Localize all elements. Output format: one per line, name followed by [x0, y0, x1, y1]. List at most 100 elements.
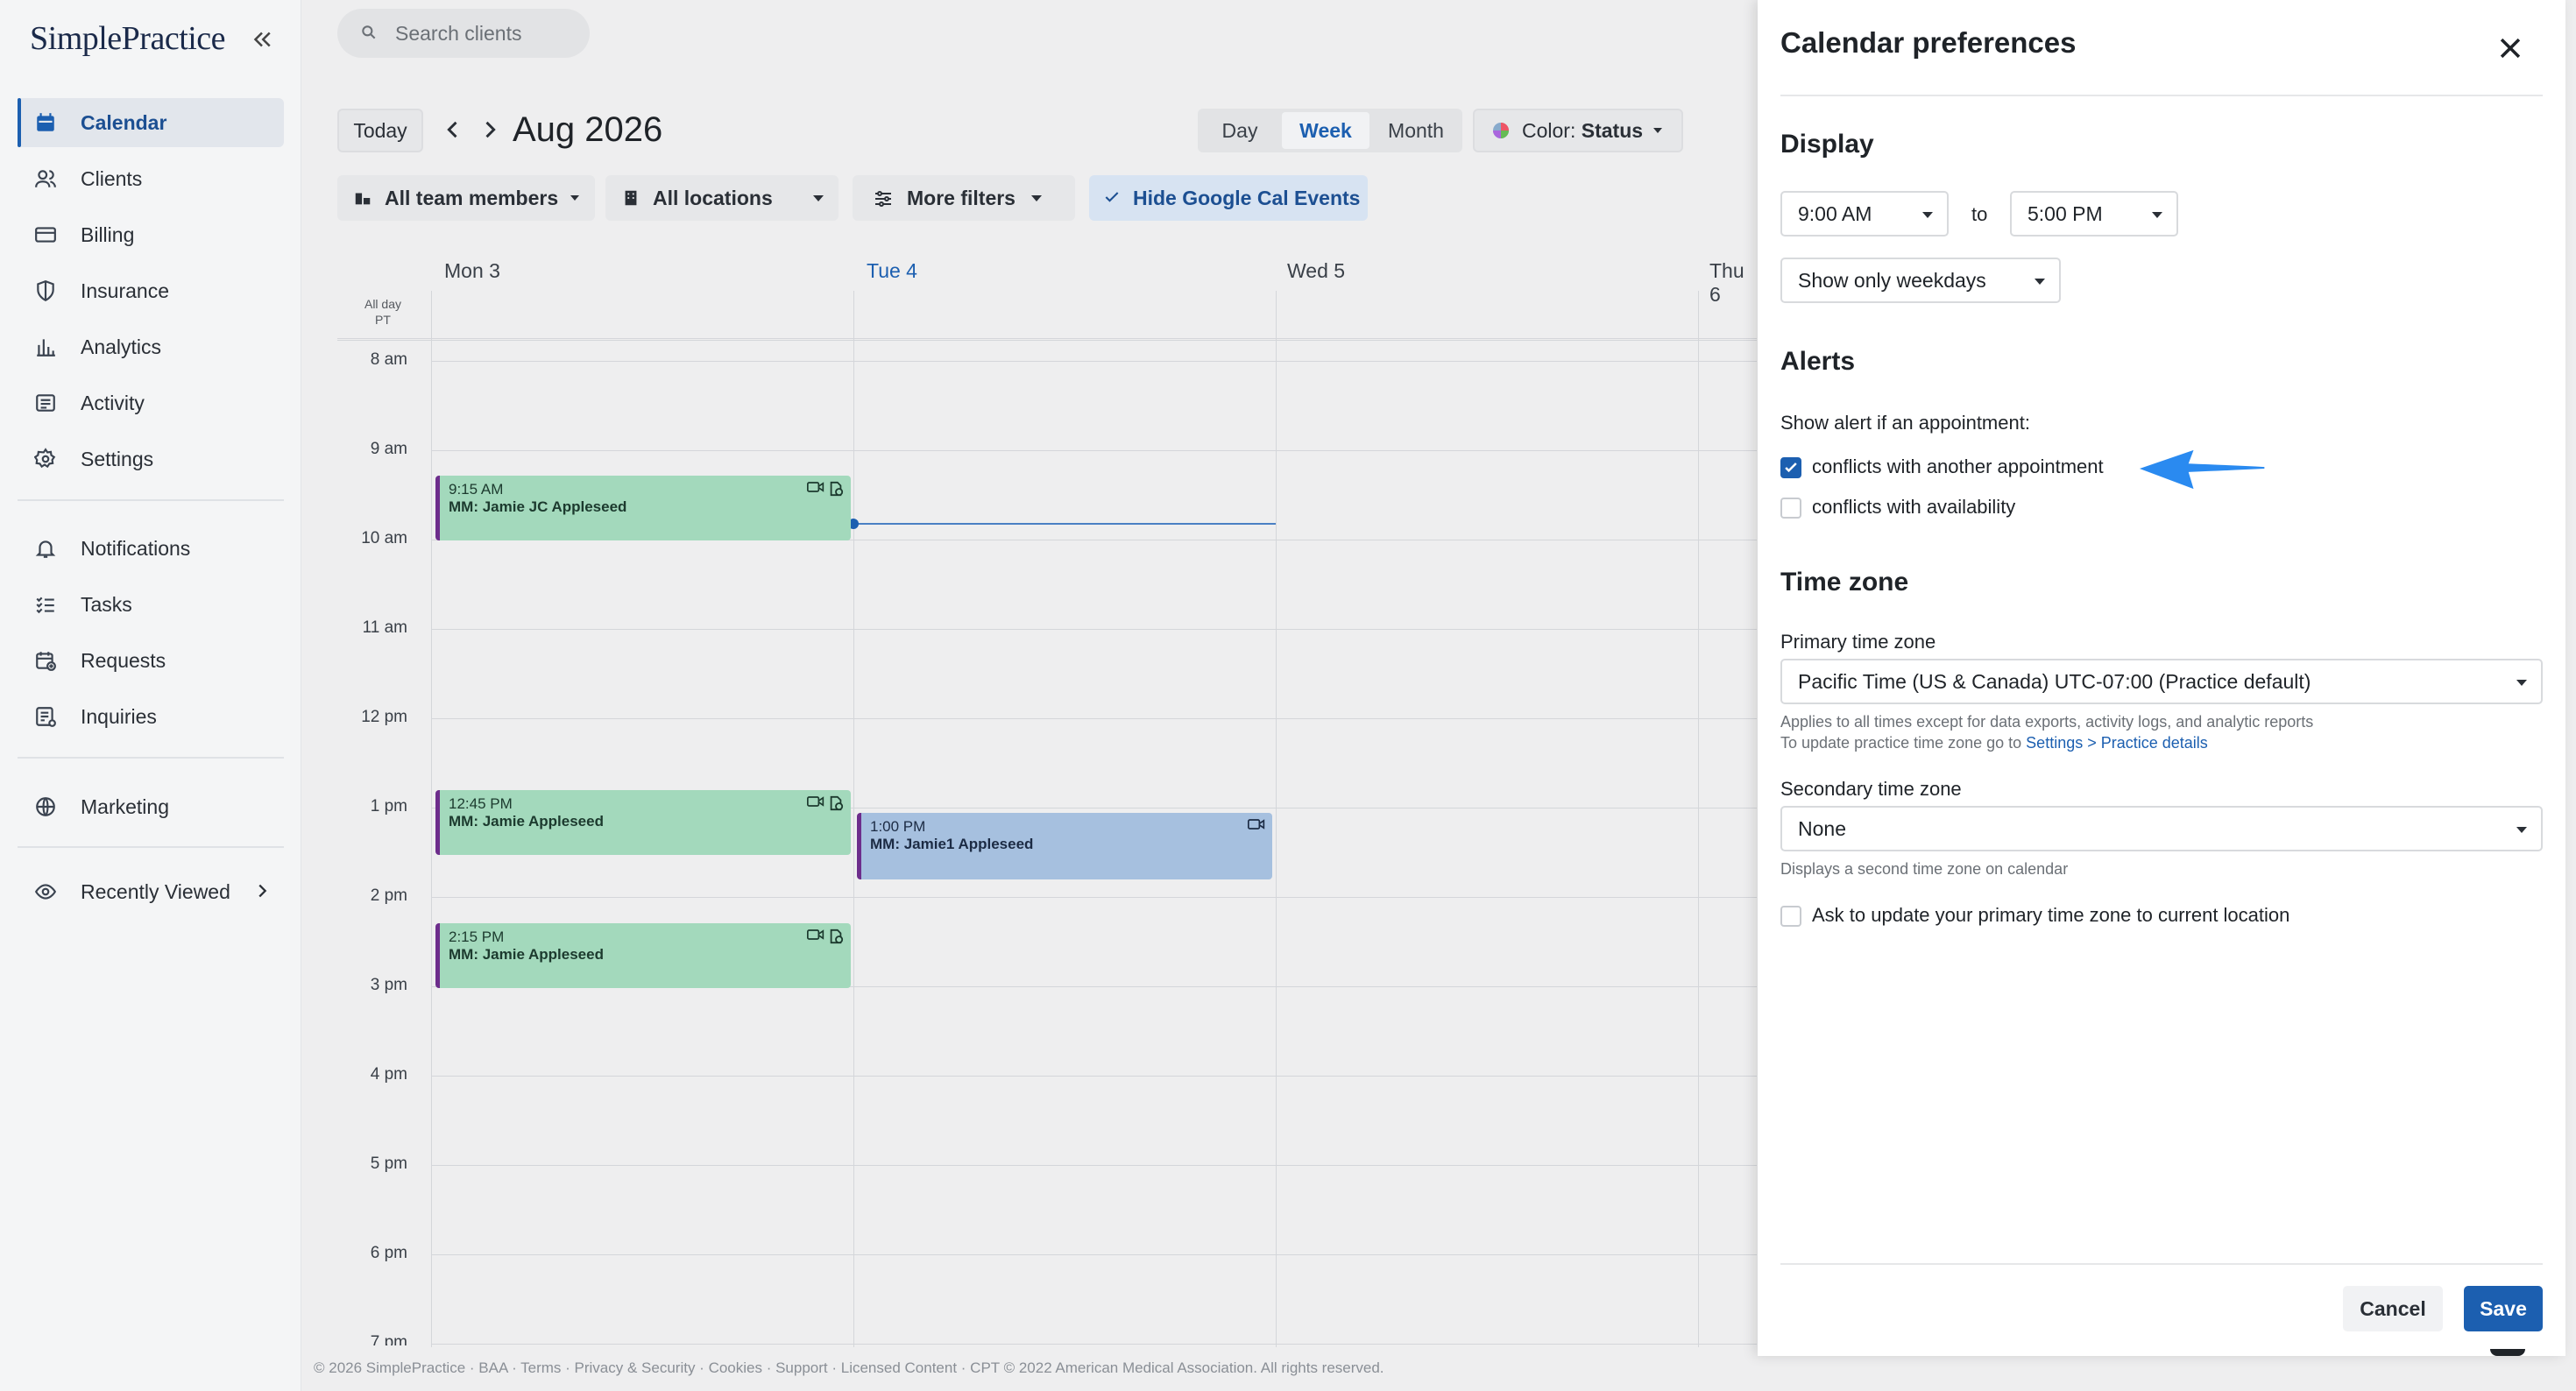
calendar-main: Search clients Today Aug 2026 Day Week M…: [302, 0, 1757, 1391]
hour-label: 3 pm: [370, 976, 407, 994]
sidebar-item-recently-viewed[interactable]: Recently Viewed: [18, 867, 284, 916]
document-check-icon: [828, 481, 844, 497]
sidebar-item-insurance[interactable]: Insurance: [18, 266, 284, 315]
hour-label: 1 pm: [370, 797, 407, 816]
alerts-intro: Show alert if an appointment:: [1780, 412, 2030, 434]
hour-label: 6 pm: [370, 1244, 407, 1262]
eye-icon: [33, 879, 58, 904]
primary-tz-help-2: To update practice time zone go to Setti…: [1780, 734, 2208, 752]
sidebar-item-label: Inquiries: [81, 704, 157, 728]
appointment-block[interactable]: 12:45 PM MM: Jamie Appleseed: [435, 790, 851, 855]
view-switcher: Day Week Month: [1198, 109, 1462, 152]
primary-timezone-select[interactable]: Pacific Time (US & Canada) UTC-07:00 (Pr…: [1780, 659, 2543, 704]
more-filters-button[interactable]: More filters: [853, 175, 1075, 221]
help-widget-edge[interactable]: [2490, 1349, 2525, 1356]
video-icon: [807, 481, 824, 497]
previous-week-icon[interactable]: [441, 117, 465, 142]
conflict-availability-label[interactable]: conflicts with availability: [1812, 496, 2015, 519]
color-status-dropdown[interactable]: Color: Status: [1473, 109, 1683, 152]
sidebar-item-settings[interactable]: Settings: [18, 434, 284, 484]
end-time-select[interactable]: 5:00 PM: [2010, 191, 2178, 237]
calendar-preferences-panel: Calendar preferences Display 9:00 AM to …: [1758, 0, 2565, 1356]
days-shown-select[interactable]: Show only weekdays: [1780, 258, 2061, 303]
calendar-icon: [33, 110, 58, 135]
sidebar-item-clients[interactable]: Clients: [18, 154, 284, 203]
sidebar-item-label: Marketing: [81, 794, 169, 818]
sidebar-item-activity[interactable]: Activity: [18, 378, 284, 427]
clients-icon: [33, 166, 58, 191]
more-filters-label: More filters: [907, 186, 1016, 209]
app-logo[interactable]: SimplePractice: [30, 19, 226, 58]
building-icon: [621, 188, 640, 208]
secondary-tz-label: Secondary time zone: [1780, 778, 1962, 800]
ask-update-tz-label[interactable]: Ask to update your primary time zone to …: [1812, 904, 2289, 927]
month-title: Aug 2026: [513, 110, 663, 149]
view-week-button[interactable]: Week: [1282, 112, 1369, 149]
video-icon: [1248, 818, 1265, 830]
sidebar: SimplePractice Calendar Clients Billing …: [0, 0, 301, 1391]
document-check-icon: [828, 795, 844, 811]
team-members-filter[interactable]: All team members: [337, 175, 595, 221]
hour-label: 10 am: [361, 529, 407, 547]
sidebar-divider: [18, 499, 284, 501]
ask-update-tz-checkbox[interactable]: [1780, 906, 1801, 927]
appointment-block[interactable]: 9:15 AM MM: Jamie JC Appleseed: [435, 476, 851, 540]
sidebar-item-inquiries[interactable]: Inquiries: [18, 692, 284, 741]
color-prefix-label: Color:: [1522, 118, 1582, 142]
bell-icon: [33, 536, 58, 561]
cancel-button[interactable]: Cancel: [2343, 1286, 2443, 1331]
team-icon: [353, 188, 372, 208]
hide-google-cal-toggle[interactable]: Hide Google Cal Events: [1089, 175, 1368, 221]
inbox-icon: [33, 704, 58, 729]
appointment-block[interactable]: 2:15 PM MM: Jamie Appleseed: [435, 923, 851, 988]
today-button[interactable]: Today: [337, 109, 423, 152]
display-heading: Display: [1780, 130, 1874, 159]
search-input[interactable]: Search clients: [337, 9, 590, 58]
sidebar-divider: [18, 757, 284, 759]
search-placeholder: Search clients: [395, 21, 522, 45]
locations-filter[interactable]: All locations: [605, 175, 839, 221]
day-header-tue[interactable]: Tue 4: [867, 259, 917, 283]
day-header-wed[interactable]: Wed 5: [1287, 259, 1345, 283]
timezone-heading: Time zone: [1780, 568, 1909, 597]
checklist-icon: [33, 592, 58, 617]
view-month-button[interactable]: Month: [1369, 109, 1462, 152]
hour-label: 4 pm: [370, 1065, 407, 1084]
sidebar-item-tasks[interactable]: Tasks: [18, 580, 284, 629]
day-header-mon[interactable]: Mon 3: [444, 259, 500, 283]
practice-details-link[interactable]: Settings > Practice details: [2026, 734, 2208, 752]
secondary-timezone-select[interactable]: None: [1780, 806, 2543, 851]
sidebar-item-analytics[interactable]: Analytics: [18, 322, 284, 371]
color-wheel-icon: [1492, 122, 1510, 139]
calendar-plus-icon: [33, 648, 58, 673]
day-header-thu[interactable]: Thu 6: [1709, 259, 1757, 307]
primary-tz-help: Applies to all times except for data exp…: [1780, 713, 2314, 731]
sidebar-item-label: Tasks: [81, 592, 132, 616]
save-button[interactable]: Save: [2464, 1286, 2543, 1331]
conflict-availability-checkbox[interactable]: [1780, 498, 1801, 519]
hour-label: 2 pm: [370, 886, 407, 905]
week-grid: Mon 3 Tue 4 Wed 5 Thu 6 All day PT 8 am …: [337, 247, 1757, 1347]
sidebar-item-requests[interactable]: Requests: [18, 636, 284, 685]
sidebar-divider: [18, 846, 284, 848]
sidebar-item-label: Settings: [81, 447, 154, 470]
sidebar-item-label: Insurance: [81, 279, 170, 302]
sidebar-item-billing[interactable]: Billing: [18, 210, 284, 259]
next-week-icon[interactable]: [478, 117, 502, 142]
conflict-appointment-label[interactable]: conflicts with another appointment: [1812, 455, 2104, 478]
view-day-button[interactable]: Day: [1198, 109, 1282, 152]
video-icon: [807, 929, 824, 944]
appointment-block[interactable]: 1:00 PM MM: Jamie1 Appleseed: [857, 813, 1272, 879]
hour-label: 9 am: [370, 440, 407, 458]
bar-chart-icon: [33, 335, 58, 359]
chevron-right-icon: [252, 881, 272, 900]
start-time-select[interactable]: 9:00 AM: [1780, 191, 1949, 237]
sidebar-item-marketing[interactable]: Marketing: [18, 782, 284, 831]
close-icon[interactable]: [2495, 33, 2527, 65]
conflict-appointment-checkbox[interactable]: [1780, 457, 1801, 478]
hour-label: 8 am: [370, 350, 407, 369]
collapse-sidebar-icon[interactable]: [249, 26, 275, 53]
sidebar-item-calendar[interactable]: Calendar: [18, 98, 284, 147]
footer-text: © 2026 SimplePractice · BAA · Terms · Pr…: [314, 1359, 1384, 1376]
sidebar-item-notifications[interactable]: Notifications: [18, 524, 284, 573]
